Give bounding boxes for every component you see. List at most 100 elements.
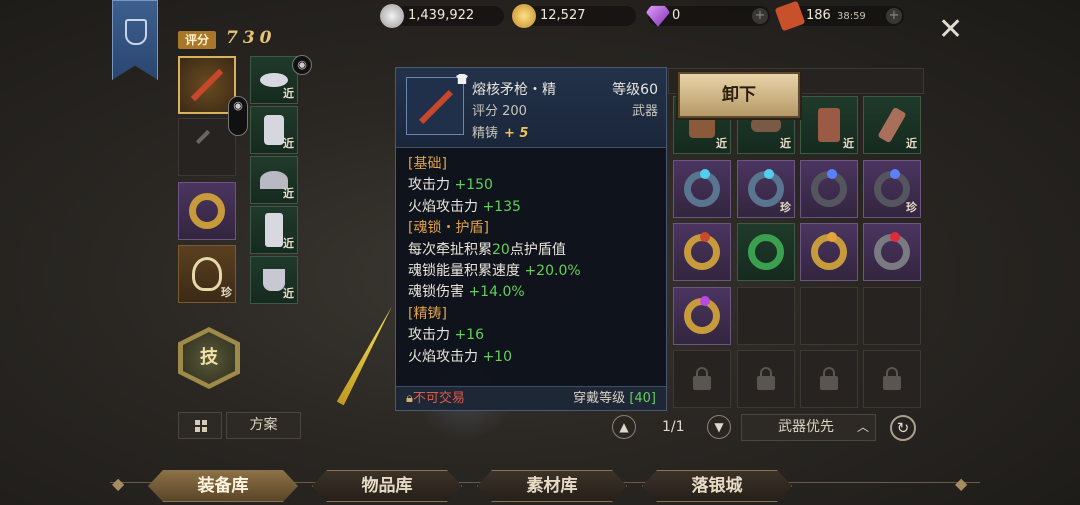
shield-crest-icon [125, 19, 147, 45]
eye-icon[interactable]: ◉ [292, 55, 312, 75]
armor-slot[interactable]: 近 [250, 106, 298, 154]
close-icon[interactable]: ✕ [938, 15, 963, 45]
stat-value: +14.0% [468, 284, 525, 301]
guild-banner[interactable] [112, 0, 158, 80]
gold-coin-icon [512, 4, 536, 28]
stat-label: 点护盾值 [509, 241, 566, 258]
inventory-slot-empty[interactable] [800, 287, 858, 345]
stat-line: 魂锁能量积累速度 +20.0% [408, 261, 581, 282]
stat-line: 火焰攻击力 +135 [408, 197, 581, 218]
near-tag: 近 [283, 87, 294, 100]
lock-icon [693, 367, 711, 390]
spear-icon [406, 77, 464, 135]
lock-icon [757, 367, 775, 390]
ring-icon [684, 296, 720, 334]
silver-counter: 1,439,922 [380, 4, 504, 28]
score-label: 评分 [178, 31, 216, 49]
grid-icon [195, 420, 200, 425]
add-ticket-button[interactable]: + [886, 8, 902, 24]
stat-value: +150 [454, 177, 493, 194]
inventory-slot[interactable] [800, 160, 858, 218]
unequip-button[interactable]: 卸下 [678, 72, 800, 118]
forge-label: 精铸 [472, 126, 499, 141]
inventory-slot[interactable] [673, 287, 731, 345]
grid-icon [202, 420, 207, 425]
inventory-slot[interactable]: 珍 [863, 160, 921, 218]
no-trade-text: 不可交易 [412, 391, 465, 406]
inventory-slot[interactable] [737, 223, 795, 281]
grid-icon [195, 427, 200, 432]
stat-label: 魂锁伤害 [408, 284, 464, 301]
tooltip-footer: 🔒︎不可交易 穿戴等级 [40] [396, 386, 666, 410]
stat-label: 每次牵扯积累 [408, 241, 492, 258]
rare-tag: 珍 [906, 201, 917, 214]
boots-icon [263, 269, 285, 291]
locked-slot[interactable] [863, 350, 921, 408]
tab-materials[interactable]: 素材库 [477, 470, 627, 502]
page-up-button[interactable]: ▲ [612, 415, 636, 439]
grid-view-button[interactable] [178, 412, 222, 439]
inventory-slot[interactable]: 珍 [737, 160, 795, 218]
near-tag: 近 [283, 237, 294, 250]
stat-line: 魂锁伤害 +14.0% [408, 282, 581, 303]
lock-icon: 🔒︎ [406, 391, 413, 406]
gold-counter: 12,527 [512, 4, 636, 28]
locked-slot[interactable] [800, 350, 858, 408]
refresh-icon[interactable]: ↻ [890, 415, 916, 441]
page-down-button[interactable]: ▼ [707, 415, 731, 439]
add-diamond-button[interactable]: + [752, 8, 768, 24]
locked-slot[interactable] [737, 350, 795, 408]
tooltip-stats: [基础] 攻击力 +150 火焰攻击力 +135 [魂锁・护盾] 每次牵扯积累2… [408, 154, 581, 368]
inventory-slot[interactable] [800, 223, 858, 281]
inventory-slot-empty[interactable] [737, 287, 795, 345]
visibility-toggle-icon[interactable]: ◉ [228, 96, 248, 136]
ornament-right: ◆ [955, 474, 968, 493]
legs-slot[interactable]: 近 [250, 206, 298, 254]
rose-ring-icon [189, 193, 225, 229]
dagger-icon [195, 129, 211, 145]
stat-value: +20.0% [524, 263, 581, 280]
item-forge: 精铸 + 5 [472, 122, 528, 141]
stat-value: +10 [482, 348, 512, 365]
boots-slot[interactable]: 近 [250, 256, 298, 304]
inventory-slot[interactable] [673, 160, 731, 218]
stat-line: 火焰攻击力 +10 [408, 347, 581, 368]
inventory-slot[interactable] [863, 223, 921, 281]
glove-slot[interactable]: 近 [250, 156, 298, 204]
ring-icon [748, 234, 784, 270]
inventory-slot[interactable]: 近 [863, 96, 921, 154]
helmet-slot[interactable]: 近 [250, 56, 298, 104]
tab-items[interactable]: 物品库 [312, 470, 462, 502]
accessory-slot-1[interactable] [178, 182, 236, 240]
tab-luoyin-city[interactable]: 落银城 [642, 470, 792, 502]
near-tag: 近 [283, 287, 294, 300]
sort-dropdown[interactable]: 武器优先 ︿ [741, 414, 876, 441]
page-indicator: 1/1 [662, 419, 685, 435]
ring-icon [874, 169, 910, 207]
armor-icon [264, 115, 284, 145]
near-tag: 近 [780, 137, 791, 150]
diamond-icon [646, 5, 670, 27]
stat-label: 攻击力 [408, 177, 450, 194]
wear-level: 穿戴等级 [40] [573, 387, 656, 410]
inventory-slot-empty[interactable] [863, 287, 921, 345]
stat-line: 攻击力 +16 [408, 325, 581, 346]
tab-equipment[interactable]: 装备库 [148, 470, 298, 502]
inventory-slot[interactable]: 近 [800, 96, 858, 154]
ticket-icon [774, 0, 806, 32]
lock-icon [820, 367, 838, 390]
item-score: 评分 200 [472, 104, 527, 119]
ring-icon [748, 169, 784, 207]
item-tooltip: 熔核矛枪・精 等级60 评分 200 武器 精铸 + 5 [基础] 攻击力 +15… [395, 67, 667, 411]
stat-label: 火焰攻击力 [408, 198, 478, 215]
inventory-slot[interactable] [673, 223, 731, 281]
accessory-slot-2[interactable]: 珍 [178, 245, 236, 303]
locked-slot[interactable] [673, 350, 731, 408]
greaves-icon [265, 213, 283, 247]
diamond-counter: 0 + [646, 5, 770, 27]
plan-button[interactable]: 方案 [226, 412, 301, 439]
grid-icon [202, 427, 207, 432]
rare-tag: 珍 [221, 286, 232, 299]
ticket-counter: 186 38:59 + [774, 0, 904, 32]
no-trade-label: 🔒︎不可交易 [406, 387, 465, 410]
